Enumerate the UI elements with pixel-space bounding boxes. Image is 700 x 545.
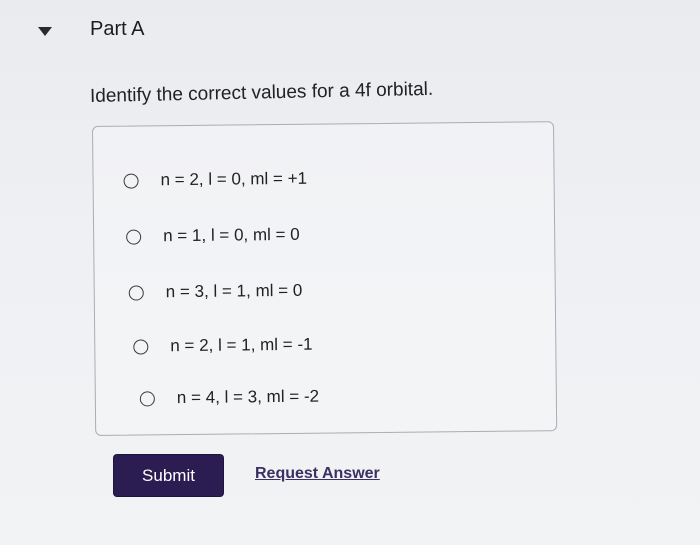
radio-button[interactable] bbox=[128, 284, 144, 301]
radio-button[interactable] bbox=[123, 173, 139, 189]
option-label: n = 3, l = 1, ml = 0 bbox=[165, 280, 303, 302]
radio-button[interactable] bbox=[126, 228, 142, 245]
part-title: Part A bbox=[90, 18, 145, 40]
radio-button[interactable] bbox=[139, 390, 155, 407]
caret-down-icon[interactable] bbox=[38, 27, 52, 36]
radio-button[interactable] bbox=[133, 338, 149, 355]
option-label: n = 2, l = 1, ml = -1 bbox=[170, 334, 313, 356]
option-label: n = 2, l = 0, ml = +1 bbox=[160, 168, 308, 190]
option-label: n = 1, l = 0, ml = 0 bbox=[163, 224, 300, 246]
options-group: n = 2, l = 0, ml = +1 n = 1, l = 0, ml =… bbox=[92, 121, 558, 436]
submit-button[interactable]: Submit bbox=[114, 455, 223, 496]
request-answer-link[interactable]: Request Answer bbox=[255, 465, 380, 483]
option-label: n = 4, l = 3, ml = -2 bbox=[176, 386, 320, 408]
part-header[interactable]: Part A bbox=[38, 18, 144, 41]
option-1[interactable]: n = 2, l = 0, ml = +1 bbox=[123, 169, 307, 191]
option-2[interactable]: n = 1, l = 0, ml = 0 bbox=[126, 225, 300, 247]
question-text: Identify the correct values for a 4f orb… bbox=[89, 78, 434, 107]
option-3[interactable]: n = 3, l = 1, ml = 0 bbox=[128, 280, 303, 303]
option-5[interactable]: n = 4, l = 3, ml = -2 bbox=[139, 386, 320, 409]
option-4[interactable]: n = 2, l = 1, ml = -1 bbox=[133, 334, 313, 357]
